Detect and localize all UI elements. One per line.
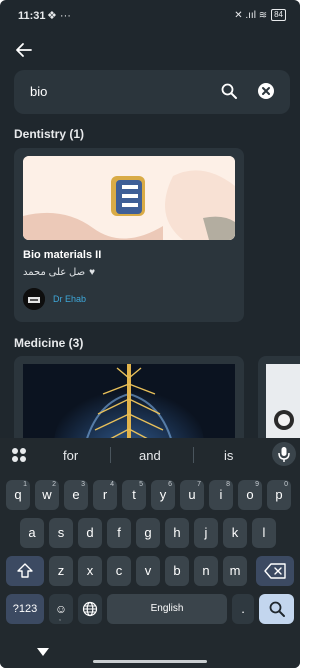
course-artwork xyxy=(23,156,235,240)
key-hint: 9 xyxy=(255,481,259,488)
subtitle-text: صل على محمد xyxy=(23,267,86,278)
key-a[interactable]: a xyxy=(20,518,44,548)
key-label: t xyxy=(132,487,136,502)
key-t[interactable]: t5 xyxy=(122,480,146,510)
notification-icons: ❖ ··· xyxy=(47,10,71,22)
key-label: o xyxy=(246,487,254,502)
space-bar[interactable]: English xyxy=(107,594,227,624)
key-n[interactable]: n xyxy=(194,556,218,586)
search-input[interactable]: bio xyxy=(30,84,47,99)
period-key[interactable]: . xyxy=(232,594,254,624)
battery-icon: 84 xyxy=(271,9,286,21)
section-title-dentistry: Dentistry (1) xyxy=(14,127,85,141)
clear-circle-icon[interactable] xyxy=(257,82,275,100)
key-c[interactable]: c xyxy=(107,556,131,586)
key-u[interactable]: u7 xyxy=(180,480,204,510)
key-o[interactable]: o9 xyxy=(238,480,262,510)
globe-icon xyxy=(82,601,98,617)
system-navigation-bar xyxy=(0,640,300,668)
suggestion-divider xyxy=(193,447,194,463)
author-name[interactable]: Dr Ehab xyxy=(53,294,86,304)
key-e[interactable]: e3 xyxy=(64,480,88,510)
key-label: p xyxy=(275,487,283,502)
author-avatar xyxy=(23,288,45,310)
shift-icon xyxy=(17,563,33,578)
key-i[interactable]: i8 xyxy=(209,480,233,510)
key-m[interactable]: m xyxy=(223,556,247,586)
key-hint: 8 xyxy=(226,481,230,488)
suggestion-2[interactable]: and xyxy=(139,448,161,463)
key-hint: 4 xyxy=(110,481,114,488)
emoji-key[interactable]: ☺ , xyxy=(49,594,73,624)
key-label: y xyxy=(159,487,167,502)
key-label: q xyxy=(14,487,22,502)
key-hint: 0 xyxy=(284,481,288,488)
key-l[interactable]: l xyxy=(252,518,276,548)
backspace-key[interactable] xyxy=(256,556,294,586)
key-label: u xyxy=(188,487,196,502)
search-bar[interactable]: bio xyxy=(14,70,290,114)
shift-key[interactable] xyxy=(6,556,44,586)
backspace-icon xyxy=(264,563,286,579)
heart-icon: ♥ xyxy=(89,267,96,278)
numbers-key[interactable]: ?123 xyxy=(6,594,44,624)
key-label: i xyxy=(219,487,223,502)
key-w[interactable]: w2 xyxy=(35,480,59,510)
home-gesture-handle[interactable] xyxy=(93,660,207,663)
status-right-icons: ✕ .ııl ≋ 84 xyxy=(234,9,286,21)
key-hint: 1 xyxy=(23,481,27,488)
comma-hint: , xyxy=(59,615,61,622)
section-title-medicine: Medicine (3) xyxy=(14,336,84,350)
suggestion-divider xyxy=(110,447,111,463)
key-k[interactable]: k xyxy=(223,518,247,548)
key-label: r xyxy=(102,487,108,502)
key-x[interactable]: x xyxy=(78,556,102,586)
signal-wifi-icons: ✕ .ııl ≋ xyxy=(234,9,268,21)
app-screen: 11:31 ❖ ··· ✕ .ııl ≋ 84 bio Dentistry (1… xyxy=(0,0,300,668)
status-bar: 11:31 ❖ ··· ✕ .ııl ≋ 84 xyxy=(0,0,300,32)
suggestion-1[interactable]: for xyxy=(63,448,78,463)
key-z[interactable]: z xyxy=(49,556,73,586)
key-v[interactable]: v xyxy=(136,556,160,586)
key-hint: 2 xyxy=(52,481,56,488)
course-card[interactable]: Bio materials II صل على محمد ♥ Dr Ehab xyxy=(14,148,244,322)
key-hint: 6 xyxy=(168,481,172,488)
status-time: 11:31 xyxy=(18,10,46,22)
suggestion-strip: for and is xyxy=(0,438,300,472)
hide-keyboard-icon[interactable] xyxy=(37,648,49,656)
search-icon[interactable] xyxy=(220,82,238,100)
key-hint: 7 xyxy=(197,481,201,488)
microphone-icon xyxy=(278,447,290,462)
emoji-icon: ☺ xyxy=(54,602,68,616)
key-label: e xyxy=(72,487,80,502)
key-p[interactable]: p0 xyxy=(267,480,291,510)
key-hint: 5 xyxy=(139,481,143,488)
globe-key[interactable] xyxy=(78,594,102,624)
course-thumbnail xyxy=(23,156,235,240)
key-d[interactable]: d xyxy=(78,518,102,548)
key-j[interactable]: j xyxy=(194,518,218,548)
suggestion-3[interactable]: is xyxy=(224,448,233,463)
key-b[interactable]: b xyxy=(165,556,189,586)
key-f[interactable]: f xyxy=(107,518,131,548)
back-arrow-icon[interactable] xyxy=(14,40,34,60)
apps-grid-icon[interactable] xyxy=(11,447,27,463)
microphone-button[interactable] xyxy=(272,442,296,466)
on-screen-keyboard: for and is q1 w2 e3 r4 t5 y6 u7 i8 o9 p … xyxy=(0,438,300,668)
key-g[interactable]: g xyxy=(136,518,160,548)
key-label: w xyxy=(42,487,52,502)
key-hint: 3 xyxy=(81,481,85,488)
course-title: Bio materials II xyxy=(23,249,102,261)
search-icon xyxy=(269,601,285,617)
key-r[interactable]: r4 xyxy=(93,480,117,510)
key-q[interactable]: q1 xyxy=(6,480,30,510)
key-y[interactable]: y6 xyxy=(151,480,175,510)
key-h[interactable]: h xyxy=(165,518,189,548)
search-submit-key[interactable] xyxy=(259,594,294,624)
course-subtitle: صل على محمد ♥ xyxy=(23,267,95,278)
key-s[interactable]: s xyxy=(49,518,73,548)
